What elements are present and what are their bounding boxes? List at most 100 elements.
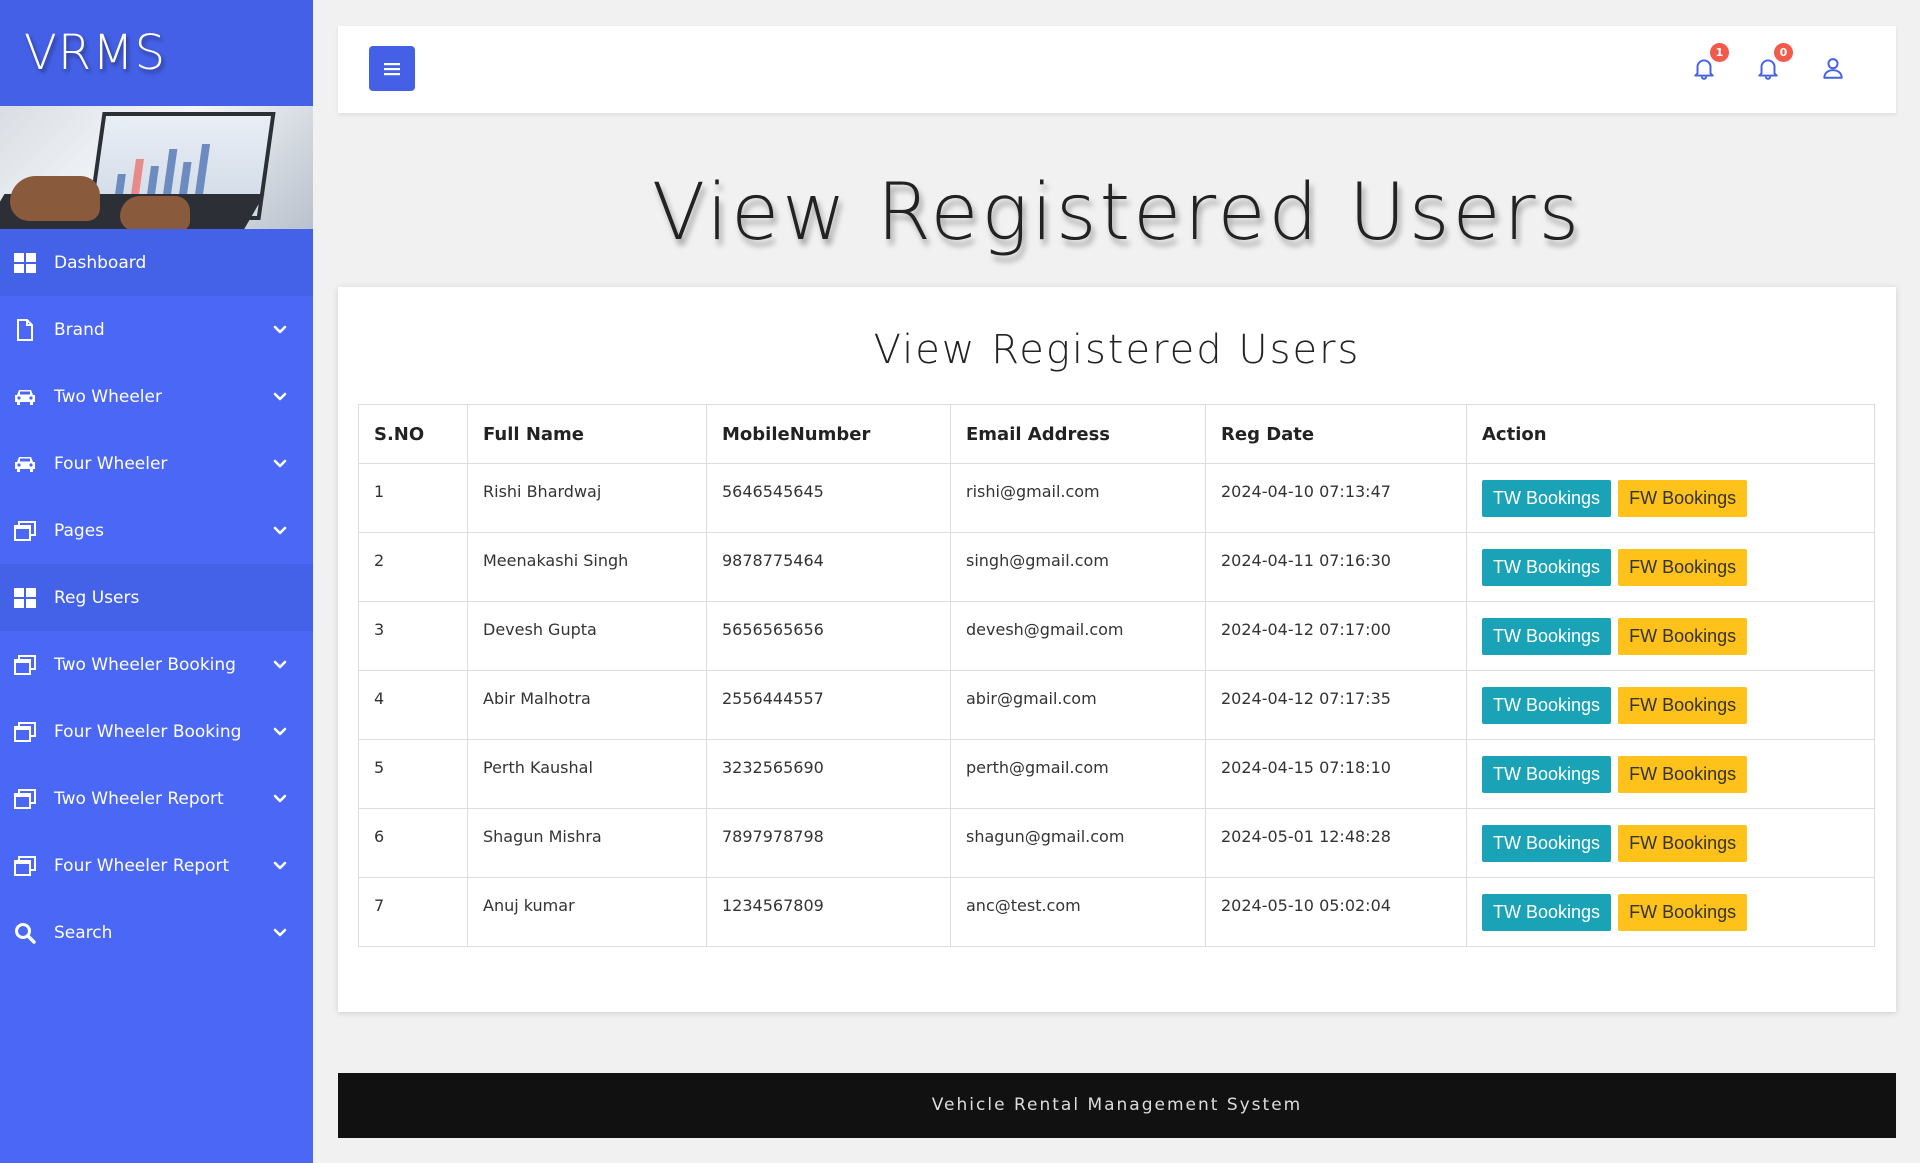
car-icon — [12, 452, 38, 476]
cell-reg-date: 2024-05-10 05:02:04 — [1205, 877, 1467, 947]
tw-bookings-button[interactable]: TW Bookings — [1482, 480, 1612, 517]
sidebar-item-label: Two Wheeler Report — [54, 788, 224, 809]
column-header: Reg Date — [1205, 404, 1467, 464]
chevron-down-icon — [273, 923, 287, 943]
sidebar-item-two-wheeler-booking[interactable]: Two Wheeler Booking — [0, 631, 313, 698]
cell-mobile: 5646545645 — [706, 463, 951, 533]
chevron-down-icon — [273, 320, 287, 340]
fw-bookings-button[interactable]: FW Bookings — [1618, 894, 1748, 931]
windows-icon — [12, 653, 38, 677]
user-profile-button[interactable] — [1820, 55, 1846, 81]
windows-icon — [12, 787, 38, 811]
footer: Vehicle Rental Management System — [338, 1073, 1896, 1138]
fw-bookings-button[interactable]: FW Bookings — [1618, 756, 1748, 793]
cell-reg-date: 2024-05-01 12:48:28 — [1205, 808, 1467, 878]
sidebar-item-label: Pages — [54, 520, 105, 541]
sidebar-item-pages[interactable]: Pages — [0, 497, 313, 564]
cell-name: Rishi Bhardwaj — [467, 463, 707, 533]
cell-name: Abir Malhotra — [467, 670, 707, 740]
notification-badge: 0 — [1774, 43, 1793, 62]
cell-name: Perth Kaushal — [467, 739, 707, 809]
sidebar-item-four-wheeler-booking[interactable]: Four Wheeler Booking — [0, 698, 313, 765]
page-title: View Registered Users — [651, 168, 1583, 258]
sidebar-nav: Dashboard Brand Two Wheeler Four Wheeler Pag… — [0, 229, 313, 966]
fw-bookings-button[interactable]: FW Bookings — [1618, 687, 1748, 724]
tw-bookings-button[interactable]: TW Bookings — [1482, 894, 1612, 931]
users-table: S.NO Full Name MobileNumber Email Addres… — [358, 404, 1875, 947]
sidebar-item-label: Dashboard — [54, 252, 147, 273]
cell-name: Anuj kumar — [467, 877, 707, 947]
cell-reg-date: 2024-04-12 07:17:35 — [1205, 670, 1467, 740]
menu-toggle-button[interactable] — [369, 46, 415, 91]
cell-action: TW Bookings FW Bookings — [1466, 808, 1875, 878]
users-card: View Registered Users S.NO Full Name Mob… — [338, 287, 1896, 1012]
table-header-row: S.NO Full Name MobileNumber Email Addres… — [358, 404, 1875, 464]
file-icon — [12, 318, 38, 342]
chevron-down-icon — [273, 387, 287, 407]
notification-bell-2[interactable]: 0 — [1755, 43, 1793, 81]
cell-email: anc@test.com — [950, 877, 1206, 947]
tw-bookings-button[interactable]: TW Bookings — [1482, 618, 1612, 655]
sidebar-item-four-wheeler-report[interactable]: Four Wheeler Report — [0, 832, 313, 899]
table-row: 1 Rishi Bhardwaj 5646545645 rishi@gmail.com… — [358, 463, 1875, 533]
cell-sno: 5 — [358, 739, 468, 809]
cell-mobile: 9878775464 — [706, 532, 951, 602]
sidebar-item-label: Four Wheeler Report — [54, 855, 230, 876]
tw-bookings-button[interactable]: TW Bookings — [1482, 825, 1612, 862]
sidebar-item-two-wheeler[interactable]: Two Wheeler — [0, 363, 313, 430]
user-icon — [1823, 58, 1843, 79]
sidebar-item-label: Four Wheeler — [54, 453, 168, 474]
cell-sno: 3 — [358, 601, 468, 671]
chevron-down-icon — [273, 789, 287, 809]
cell-mobile: 5656565656 — [706, 601, 951, 671]
card-title: View Registered Users — [873, 327, 1361, 373]
cell-action: TW Bookings FW Bookings — [1466, 670, 1875, 740]
chevron-down-icon — [273, 454, 287, 474]
sidebar-item-brand[interactable]: Brand — [0, 296, 313, 363]
cell-name: Devesh Gupta — [467, 601, 707, 671]
fw-bookings-button[interactable]: FW Bookings — [1618, 618, 1748, 655]
sidebar-item-label: Two Wheeler — [54, 386, 162, 407]
sidebar-banner-image — [0, 106, 313, 229]
windows-icon — [12, 720, 38, 744]
sidebar-item-label: Four Wheeler Booking — [54, 721, 242, 742]
cell-sno: 7 — [358, 877, 468, 947]
cell-sno: 2 — [358, 532, 468, 602]
fw-bookings-button[interactable]: FW Bookings — [1618, 480, 1748, 517]
fw-bookings-button[interactable]: FW Bookings — [1618, 549, 1748, 586]
cell-mobile: 7897978798 — [706, 808, 951, 878]
cell-email: abir@gmail.com — [950, 670, 1206, 740]
brand-logo[interactable]: VRMS — [24, 25, 166, 81]
chevron-down-icon — [273, 521, 287, 541]
fw-bookings-button[interactable]: FW Bookings — [1618, 825, 1748, 862]
notification-bell-1[interactable]: 1 — [1691, 43, 1729, 81]
sidebar-item-two-wheeler-report[interactable]: Two Wheeler Report — [0, 765, 313, 832]
table-row: 5 Perth Kaushal 3232565690 perth@gmail.com 2… — [358, 739, 1875, 809]
sidebar-item-reg-users[interactable]: Reg Users — [0, 564, 313, 631]
cell-email: singh@gmail.com — [950, 532, 1206, 602]
table-row: 6 Shagun Mishra 7897978798 shagun@gmail.com… — [358, 808, 1875, 878]
chevron-down-icon — [273, 856, 287, 876]
chevron-down-icon — [273, 722, 287, 742]
grid-icon — [12, 251, 38, 275]
sidebar-item-label: Brand — [54, 319, 105, 340]
cell-sno: 4 — [358, 670, 468, 740]
chevron-down-icon — [273, 655, 287, 675]
tw-bookings-button[interactable]: TW Bookings — [1482, 549, 1612, 586]
cell-name: Meenakashi Singh — [467, 532, 707, 602]
cell-reg-date: 2024-04-15 07:18:10 — [1205, 739, 1467, 809]
sidebar: VRMS Dashboard Brand Two Wheeler Four Wheel… — [0, 0, 313, 1163]
cell-action: TW Bookings FW Bookings — [1466, 532, 1875, 602]
cell-email: shagun@gmail.com — [950, 808, 1206, 878]
windows-icon — [12, 854, 38, 878]
tw-bookings-button[interactable]: TW Bookings — [1482, 756, 1612, 793]
sidebar-item-search[interactable]: Search — [0, 899, 313, 966]
sidebar-item-dashboard[interactable]: Dashboard — [0, 229, 313, 296]
tw-bookings-button[interactable]: TW Bookings — [1482, 687, 1612, 724]
sidebar-item-four-wheeler[interactable]: Four Wheeler — [0, 430, 313, 497]
cell-action: TW Bookings FW Bookings — [1466, 877, 1875, 947]
notification-badge: 1 — [1710, 43, 1729, 62]
column-header: S.NO — [358, 404, 468, 464]
cell-reg-date: 2024-04-10 07:13:47 — [1205, 463, 1467, 533]
table-row: 3 Devesh Gupta 5656565656 devesh@gmail.com 2… — [358, 601, 1875, 671]
